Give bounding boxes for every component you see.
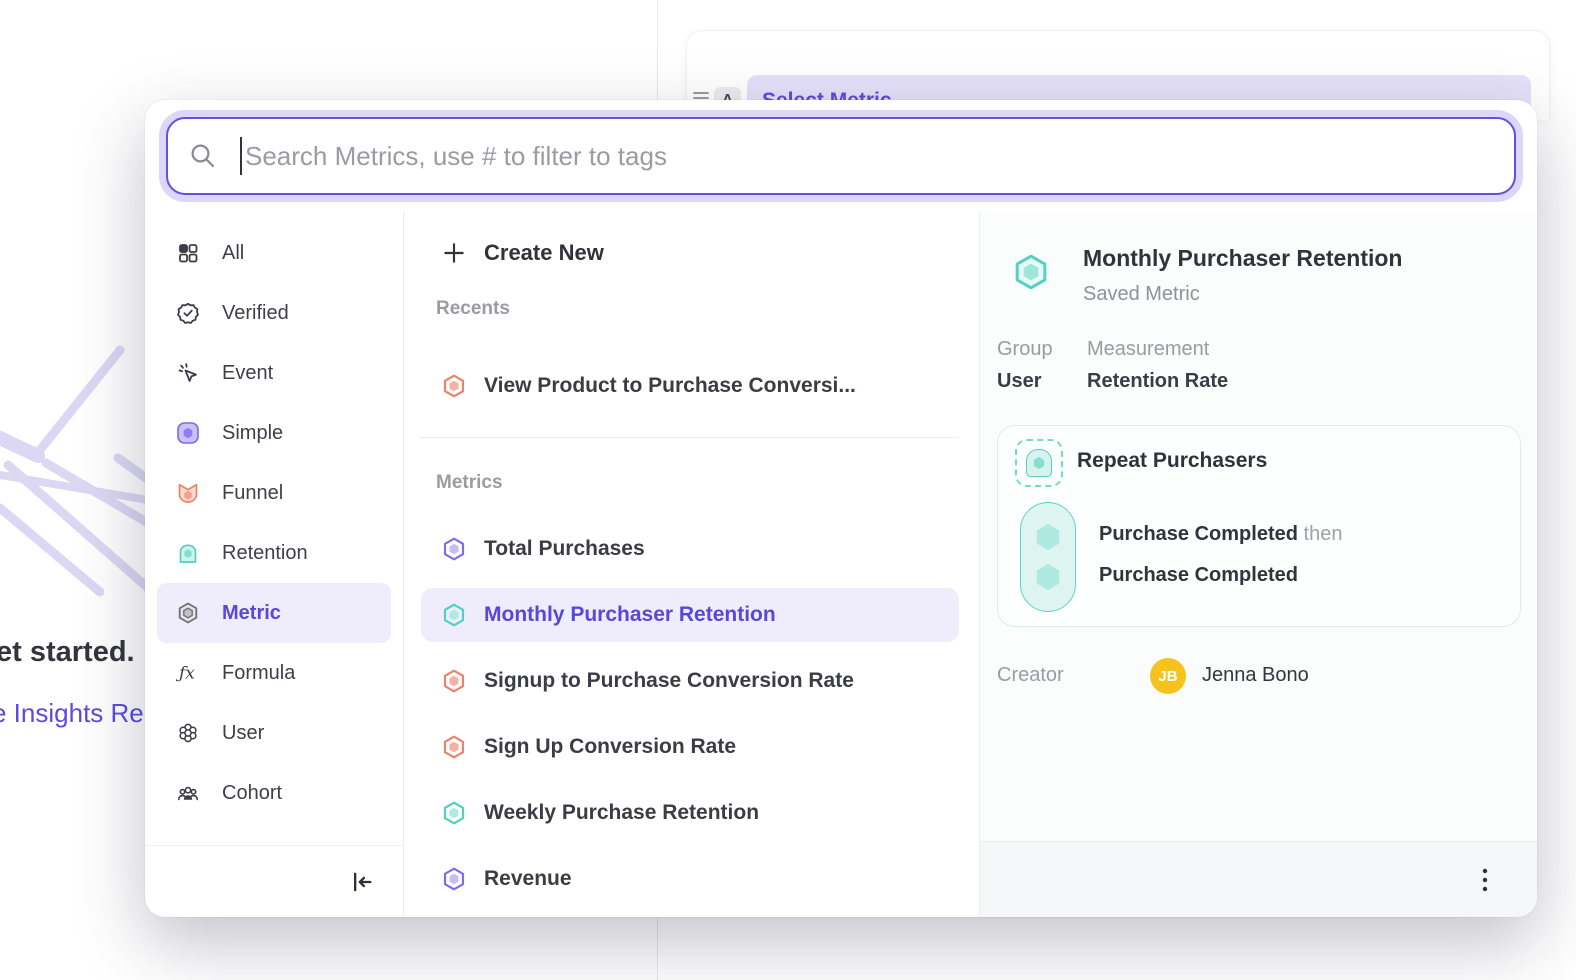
app-background: et started. e Insights Re A Select Metri… — [0, 0, 1576, 980]
definition-name: Repeat Purchasers — [1077, 449, 1267, 473]
sidebar-item-all[interactable]: All — [145, 223, 403, 283]
group-label: Group — [997, 338, 1053, 361]
step-hexagon-icon — [1035, 524, 1061, 550]
metric-selector-dialog: All Verified — [145, 100, 1537, 917]
retention-definition-icon — [1015, 439, 1063, 487]
simple-metric-hexagon-icon — [441, 866, 467, 892]
detail-title: Monthly Purchaser Retention — [1083, 245, 1402, 272]
search-focus-ring — [159, 110, 1523, 202]
retention-metric-hexagon-icon — [441, 602, 467, 628]
metric-type-icon — [176, 601, 200, 625]
metrics-section-header: Metrics — [436, 472, 503, 496]
creator-name: Jenna Bono — [1202, 664, 1309, 687]
recents-section-header: Recents — [436, 298, 510, 322]
metric-detail-hexagon-icon — [1011, 252, 1051, 292]
metric-list-item[interactable]: Sign Up Conversion Rate — [404, 720, 959, 774]
detail-subtitle: Saved Metric — [1083, 283, 1200, 306]
search-input[interactable] — [245, 141, 1494, 172]
group-value: User — [997, 370, 1041, 393]
sidebar-item-cohort[interactable]: Cohort — [145, 763, 403, 823]
sidebar-item-metric[interactable]: Metric — [157, 583, 391, 643]
collapse-sidebar-icon — [347, 868, 375, 896]
sidebar-footer — [145, 845, 403, 917]
funnel-step: Purchase Completed then — [1099, 523, 1342, 549]
metric-list-item-selected[interactable]: Monthly Purchaser Retention — [421, 588, 959, 642]
verified-badge-icon — [176, 301, 200, 325]
more-options-button[interactable] — [1473, 864, 1497, 896]
retention-metric-hexagon-icon — [441, 800, 467, 826]
funnel-metric-hexagon-icon — [441, 373, 467, 399]
metric-detail-panel: Monthly Purchaser Retention Saved Metric… — [979, 212, 1537, 917]
metric-list-column: Create New Recents View Product to Purch… — [403, 212, 979, 917]
create-new-button[interactable]: Create New — [441, 231, 604, 275]
metric-list-item[interactable]: Revenue — [404, 852, 959, 906]
kebab-menu-icon — [1473, 864, 1497, 896]
grid-icon — [176, 241, 200, 265]
metric-list-item[interactable]: Total Purchases — [404, 522, 959, 576]
insights-report-link[interactable]: e Insights Re — [0, 698, 144, 729]
collapse-sidebar-button[interactable] — [347, 868, 375, 896]
metric-definition-card: Repeat Purchasers Purchase Completed the… — [997, 425, 1521, 627]
recent-metric-item[interactable]: View Product to Purchase Conversi... — [404, 359, 959, 413]
sidebar-item-user[interactable]: User — [145, 703, 403, 763]
funnel-steps-capsule — [1020, 502, 1076, 612]
search-icon — [188, 141, 218, 171]
cohort-icon — [176, 781, 200, 805]
formula-icon: ƒx — [176, 661, 200, 685]
metric-list-item[interactable]: Weekly Purchase Retention — [404, 786, 959, 840]
sidebar-item-funnel[interactable]: Funnel — [145, 463, 403, 523]
detail-footer — [980, 841, 1537, 917]
creator-label: Creator — [997, 664, 1064, 687]
background-headline-fragment: et started. — [0, 636, 135, 669]
event-cursor-icon — [176, 361, 200, 385]
sidebar-item-verified[interactable]: Verified — [145, 283, 403, 343]
text-caret — [240, 137, 242, 175]
metric-list-item[interactable]: Signup to Purchase Conversion Rate — [404, 654, 959, 708]
step-hexagon-icon — [1035, 564, 1061, 590]
funnel-metric-hexagon-icon — [441, 668, 467, 694]
measurement-value: Retention Rate — [1087, 370, 1228, 393]
measurement-label: Measurement — [1087, 338, 1209, 361]
retention-type-icon — [176, 541, 200, 565]
simple-type-icon — [176, 421, 200, 445]
sidebar-item-event[interactable]: Event — [145, 343, 403, 403]
funnel-step: Purchase Completed — [1099, 564, 1298, 590]
sidebar-item-formula[interactable]: ƒx Formula — [145, 643, 403, 703]
funnel-type-icon — [176, 481, 200, 505]
sidebar-item-simple[interactable]: Simple — [145, 403, 403, 463]
simple-metric-hexagon-icon — [441, 536, 467, 562]
user-type-icon — [176, 721, 200, 745]
type-filter-sidebar: All Verified — [145, 212, 403, 917]
funnel-metric-hexagon-icon — [441, 734, 467, 760]
sidebar-item-retention[interactable]: Retention — [145, 523, 403, 583]
search-bar[interactable] — [166, 117, 1516, 195]
creator-avatar: JB — [1150, 658, 1186, 694]
svg-text:ƒx: ƒx — [176, 664, 195, 684]
plus-icon — [441, 240, 467, 266]
section-divider — [419, 437, 959, 438]
